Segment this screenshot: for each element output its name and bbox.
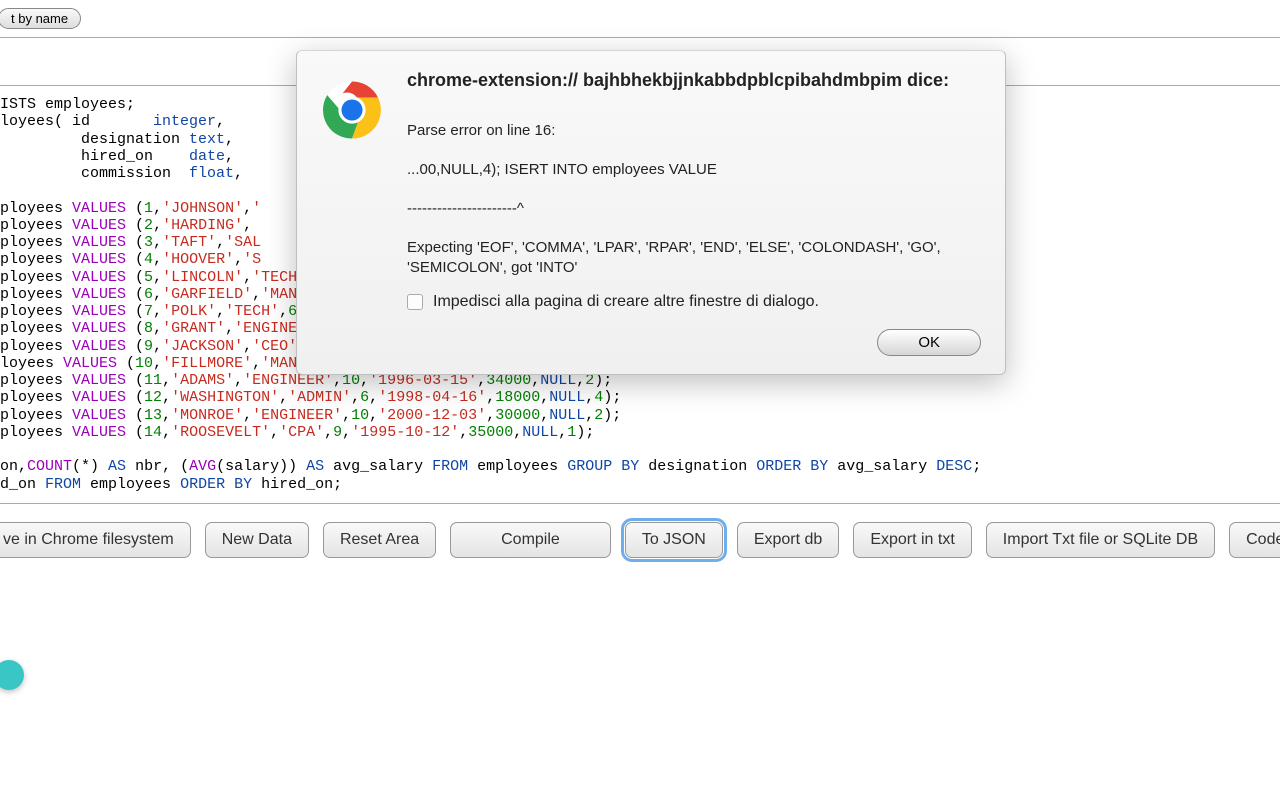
alert-dialog: chrome-extension:// bajhbhekbjjnkabbdpbl…: [296, 50, 1006, 375]
dialog-message: Parse error on line 16: ...00,NULL,4); I…: [407, 102, 981, 278]
import-button[interactable]: Import Txt file or SQLite DB: [986, 522, 1215, 558]
dialog-title: chrome-extension:// bajhbhekbjjnkabbdpbl…: [407, 69, 981, 92]
action-button-row: ve in Chrome filesystem New Data Reset A…: [0, 504, 1280, 558]
ok-button[interactable]: OK: [877, 329, 981, 356]
compile-button[interactable]: Compile: [450, 522, 611, 558]
top-toolbar: t by name: [0, 0, 1280, 38]
suppress-dialogs-label: Impedisci alla pagina di creare altre fi…: [433, 293, 819, 311]
to-json-button[interactable]: To JSON: [625, 522, 723, 558]
floating-badge-icon[interactable]: [0, 660, 24, 690]
filter-by-name-button[interactable]: t by name: [0, 8, 81, 29]
export-txt-button[interactable]: Export in txt: [853, 522, 971, 558]
new-data-button[interactable]: New Data: [205, 522, 309, 558]
code-to-cloud-button[interactable]: Code to Clo: [1229, 522, 1280, 558]
save-chrome-fs-button[interactable]: ve in Chrome filesystem: [0, 522, 191, 558]
export-db-button[interactable]: Export db: [737, 522, 839, 558]
chrome-logo-icon: [321, 79, 383, 141]
reset-area-button[interactable]: Reset Area: [323, 522, 436, 558]
suppress-dialogs-checkbox[interactable]: [407, 294, 423, 310]
